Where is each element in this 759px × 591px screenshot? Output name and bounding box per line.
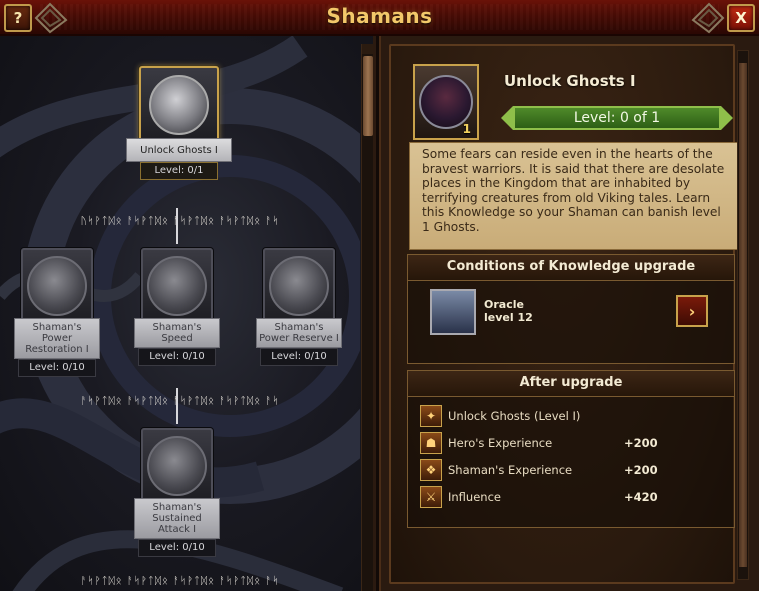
condition-level: level 12 bbox=[484, 311, 533, 324]
scroll-thumb[interactable] bbox=[739, 63, 747, 567]
skill-portrait: 1 bbox=[413, 64, 479, 140]
axes-icon bbox=[147, 436, 207, 496]
go-to-building-button[interactable]: › bbox=[676, 295, 708, 327]
reward-row: ✦ Unlock Ghosts (Level I) bbox=[420, 405, 720, 429]
tree-scrollbar[interactable] bbox=[361, 44, 373, 591]
reward-value: +420 bbox=[624, 490, 658, 504]
detail-scrollbar[interactable] bbox=[737, 50, 749, 580]
ghost-unlock-icon: ✦ bbox=[420, 405, 442, 427]
title-bar: ? Shamans X bbox=[0, 0, 759, 36]
level-banner: Level: 0 of 1 bbox=[501, 106, 733, 130]
restoration-icon bbox=[27, 256, 87, 316]
rune-divider: ᚨᛋᚹᛏᛞᛟ ᚨᛋᚹᛏᛞᛟ ᚨᛋᚹᛏᛞᛟ ᚨᛋᚹᛏᛞᛟ ᚨᛋ bbox=[80, 576, 280, 587]
tree-node-power-restoration[interactable]: Shaman's Power Restoration I Level: 0/10 bbox=[14, 248, 100, 377]
node-label: Unlock Ghosts I bbox=[126, 138, 232, 162]
hooded-ghost-icon bbox=[149, 75, 209, 135]
corner-ornament-icon bbox=[691, 2, 725, 34]
connector-line bbox=[176, 388, 178, 424]
node-frame bbox=[141, 428, 213, 504]
node-level: Level: 0/10 bbox=[138, 539, 216, 557]
node-frame bbox=[139, 66, 219, 144]
influence-icon: ⚔ bbox=[420, 486, 442, 508]
node-level: Level: 0/1 bbox=[140, 162, 218, 180]
node-label: Shaman's Power Reserve I bbox=[256, 318, 342, 348]
node-frame bbox=[141, 248, 213, 324]
reward-row: ❖ Shaman's Experience +200 bbox=[420, 459, 720, 483]
rune-divider: ᚢᛋᚹᛏᛞᛟ ᚨᛋᚹᛏᛞᛟ ᚨᛋᚹᛏᛞᛟ ᚨᛋᚹᛏᛞᛟ ᚨᛋ bbox=[80, 216, 280, 227]
window-title: Shamans bbox=[326, 4, 433, 28]
node-level: Level: 0/10 bbox=[138, 348, 216, 366]
tree-node-sustained-attack[interactable]: Shaman's Sustained Attack I Level: 0/10 bbox=[134, 428, 220, 557]
hooded-ghost-icon bbox=[419, 75, 473, 129]
node-level: Level: 0/10 bbox=[18, 359, 96, 377]
conditions-box: Conditions of Knowledge upgrade Oracle l… bbox=[407, 254, 735, 364]
reward-row: ☗ Hero's Experience +200 bbox=[420, 432, 720, 456]
tree-node-unlock-ghosts[interactable]: Unlock Ghosts I Level: 0/1 bbox=[126, 66, 232, 180]
portrait-level-number: 1 bbox=[462, 122, 471, 136]
node-label: Shaman's Speed bbox=[134, 318, 220, 348]
tree-node-shaman-speed[interactable]: Shaman's Speed Level: 0/10 bbox=[134, 248, 220, 366]
condition-text: Oracle level 12 bbox=[484, 298, 533, 324]
reward-name: Influence bbox=[448, 490, 501, 504]
node-frame bbox=[263, 248, 335, 324]
after-upgrade-box: After upgrade ✦ Unlock Ghosts (Level I) … bbox=[407, 370, 735, 528]
reward-name: Unlock Ghosts (Level I) bbox=[448, 409, 581, 423]
reward-name: Hero's Experience bbox=[448, 436, 553, 450]
knowledge-detail-panel: 1 Unlock Ghosts I Level: 0 of 1 Some fea… bbox=[379, 36, 759, 591]
reward-name: Shaman's Experience bbox=[448, 463, 573, 477]
detail-frame: 1 Unlock Ghosts I Level: 0 of 1 Some fea… bbox=[389, 44, 739, 584]
scroll-up-icon[interactable] bbox=[362, 44, 373, 54]
connector-line bbox=[176, 208, 178, 244]
shaman-experience-icon: ❖ bbox=[420, 459, 442, 481]
speed-icon bbox=[147, 256, 207, 316]
skill-description: Some fears can reside even in the hearts… bbox=[409, 142, 739, 250]
node-frame bbox=[21, 248, 93, 324]
reward-value: +200 bbox=[624, 463, 658, 477]
hero-experience-icon: ☗ bbox=[420, 432, 442, 454]
conditions-heading: Conditions of Knowledge upgrade bbox=[408, 255, 734, 281]
rune-divider: ᚨᛋᚹᛏᛞᛟ ᚨᛋᚹᛏᛞᛟ ᚨᛋᚹᛏᛞᛟ ᚨᛋᚹᛏᛞᛟ ᚨᛋ bbox=[80, 396, 280, 407]
tree-node-power-reserve[interactable]: Shaman's Power Reserve I Level: 0/10 bbox=[256, 248, 342, 366]
close-button[interactable]: X bbox=[727, 4, 755, 32]
node-label: Shaman's Power Restoration I bbox=[14, 318, 100, 359]
scroll-thumb[interactable] bbox=[363, 56, 373, 136]
reward-value: +200 bbox=[624, 436, 658, 450]
reward-row: ⚔ Influence +420 bbox=[420, 486, 720, 510]
skill-title: Unlock Ghosts I bbox=[504, 72, 636, 90]
node-level: Level: 0/10 bbox=[260, 348, 338, 366]
node-label: Shaman's Sustained Attack I bbox=[134, 498, 220, 539]
condition-building: Oracle bbox=[484, 298, 524, 311]
after-upgrade-heading: After upgrade bbox=[408, 371, 734, 397]
reserve-icon bbox=[269, 256, 329, 316]
oracle-building-icon bbox=[430, 289, 476, 335]
knowledge-tree-panel: Unlock Ghosts I Level: 0/1 ᚢᛋᚹᛏᛞᛟ ᚨᛋᚹᛏᛞᛟ… bbox=[0, 36, 376, 591]
